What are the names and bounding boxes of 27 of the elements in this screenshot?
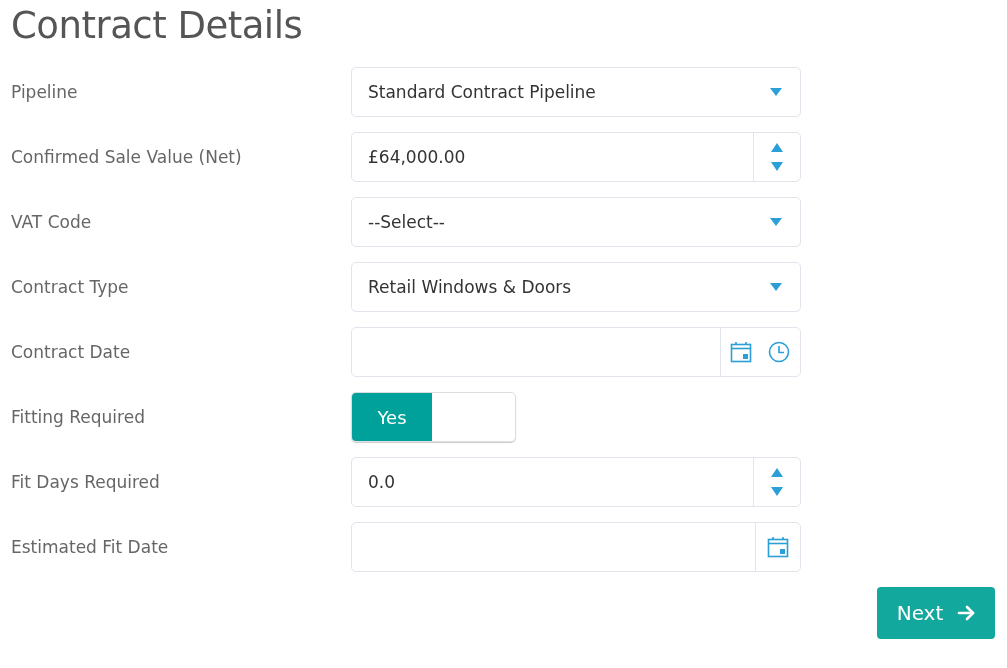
field-label: Fitting Required [11, 407, 146, 427]
decrement-icon[interactable] [771, 162, 783, 171]
increment-icon[interactable] [771, 143, 783, 152]
dropdown-field[interactable]: Retail Windows & Doors [351, 262, 801, 312]
calendar-icon[interactable] [730, 341, 752, 363]
field-label: Contract Type [11, 277, 130, 297]
date-input-field[interactable] [351, 522, 801, 572]
decrement-icon[interactable] [771, 487, 783, 496]
page-title: Contract Details [11, 3, 304, 49]
arrow-right-icon [957, 605, 976, 621]
field-label: Estimated Fit Date [11, 537, 170, 557]
dropdown-field[interactable]: Standard Contract Pipeline [351, 67, 801, 117]
dropdown-caret-icon [770, 88, 782, 96]
field-label: Contract Date [11, 342, 132, 362]
field-label: Fit Days Required [11, 472, 161, 492]
clock-icon[interactable] [768, 341, 790, 363]
calendar-icon[interactable] [767, 536, 789, 558]
dropdown-field[interactable]: --Select-- [351, 197, 801, 247]
dropdown-caret-icon [770, 283, 782, 291]
dropdown-caret-icon [770, 218, 782, 226]
date-time-input-field[interactable] [351, 327, 801, 377]
increment-icon[interactable] [771, 468, 783, 477]
field-label: Confirmed Sale Value (Net) [11, 147, 243, 167]
number-input-field[interactable]: £64,000.00 [351, 132, 801, 182]
field-label: Pipeline [11, 82, 79, 102]
field-label: VAT Code [11, 212, 93, 232]
number-input-field[interactable]: 0.0 [351, 457, 801, 507]
